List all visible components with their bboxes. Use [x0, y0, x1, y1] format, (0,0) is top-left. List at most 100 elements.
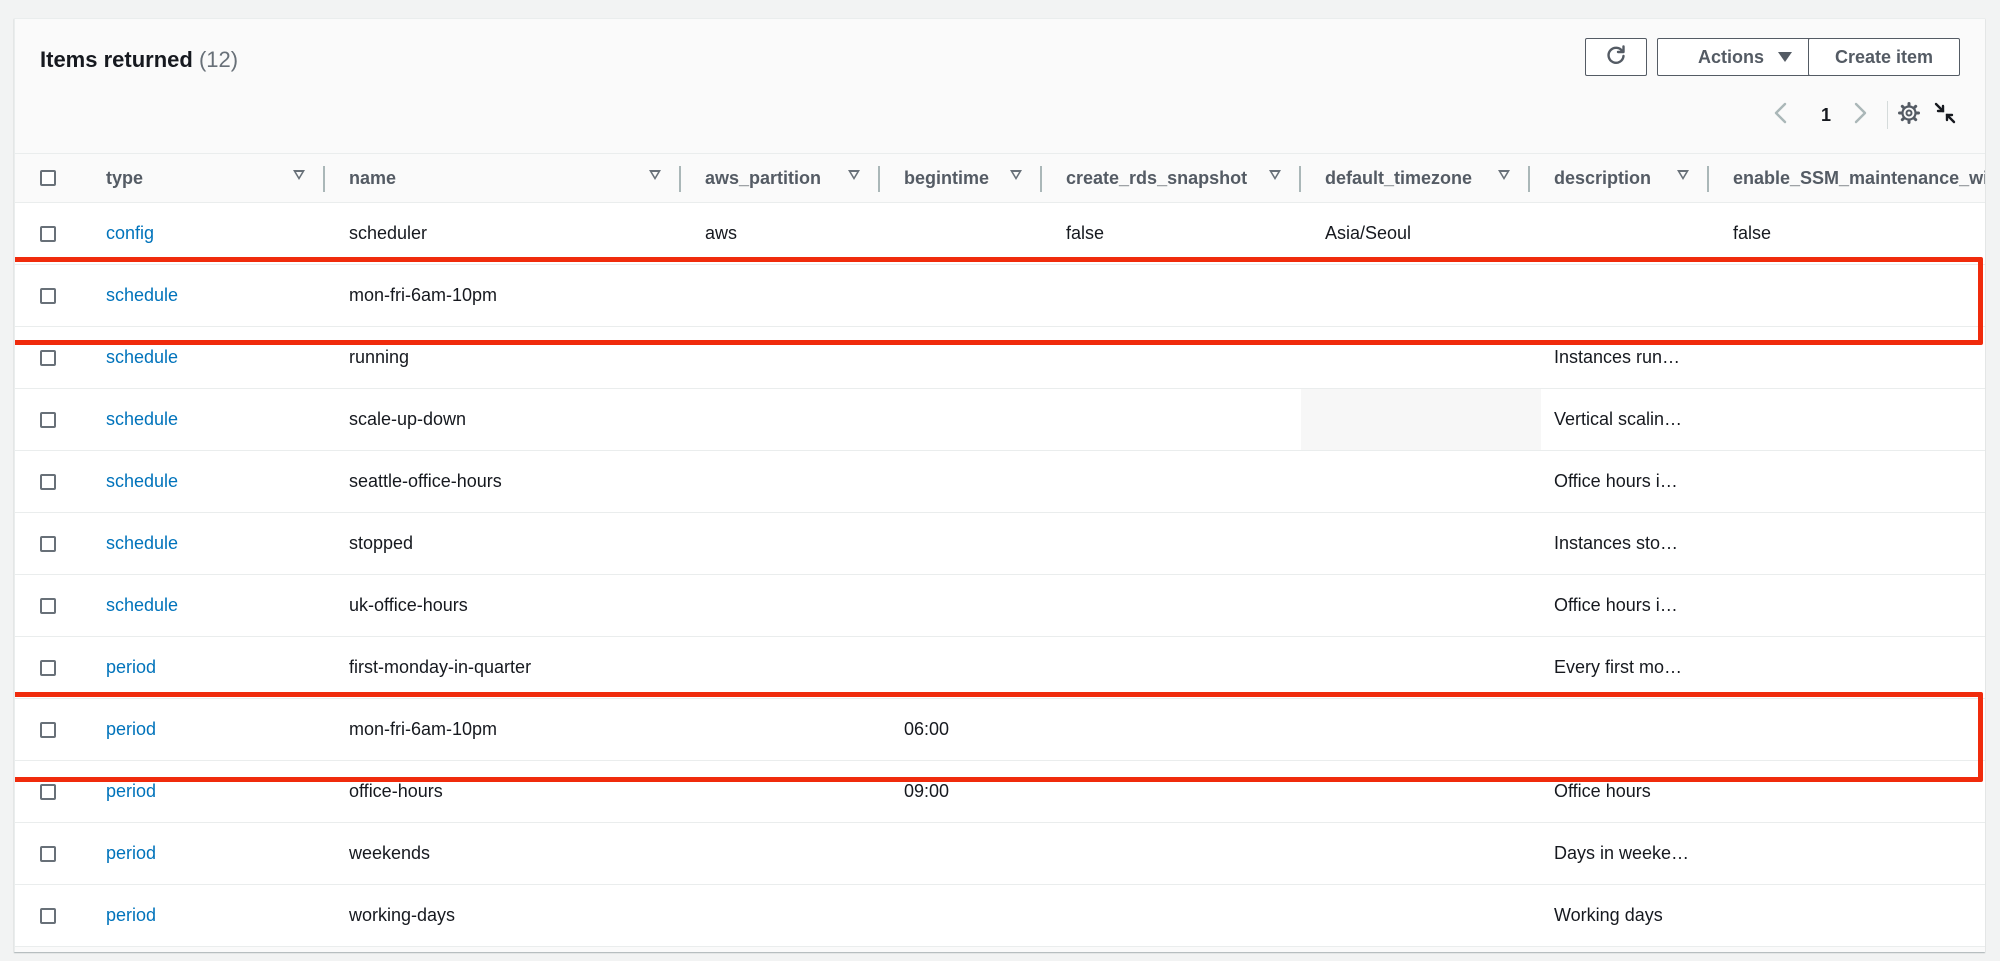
sort-caret-icon[interactable]: [1498, 170, 1510, 180]
previous-page-button[interactable]: [1771, 99, 1793, 131]
refresh-button[interactable]: [1585, 38, 1647, 76]
table-row: period weekends Days in weeke…: [15, 823, 1985, 885]
cell-description: [1554, 265, 1704, 326]
column-header-default-timezone[interactable]: default_timezone: [1325, 154, 1505, 202]
cell-type[interactable]: config: [106, 203, 306, 264]
row-select-checkbox[interactable]: [40, 350, 56, 366]
sort-caret-icon[interactable]: [293, 170, 305, 180]
cell-default-timezone: Asia/Seoul: [1325, 223, 1412, 243]
cell-type[interactable]: schedule: [106, 265, 306, 326]
select-all-checkbox[interactable]: [40, 170, 56, 186]
create-item-button[interactable]: Create item: [1808, 38, 1960, 76]
cell-type[interactable]: schedule: [106, 575, 306, 636]
cell-enable-ssm-maintenance-window: [1733, 885, 1983, 946]
cell-description: Working days: [1554, 905, 1663, 925]
cell-enable-ssm-maintenance-window: [1733, 327, 1983, 388]
column-resizer[interactable]: [1707, 166, 1709, 192]
cell-name: mon-fri-6am-10pm: [349, 285, 498, 305]
cell-enable-ssm-maintenance-window: [1733, 451, 1983, 512]
exit-fullscreen-button[interactable]: [1934, 99, 1960, 131]
cell-name: working-days: [349, 905, 456, 925]
cell-enable-ssm-maintenance-window: [1733, 265, 1983, 326]
cell-aws-partition: [705, 265, 875, 326]
column-header-aws-partition[interactable]: aws_partition: [705, 154, 855, 202]
sort-caret-icon[interactable]: [1677, 170, 1689, 180]
cell-enable-ssm-maintenance-window: [1733, 513, 1983, 574]
cell-type[interactable]: period: [106, 637, 306, 698]
cell-aws-partition: [705, 823, 875, 884]
row-select-checkbox[interactable]: [40, 846, 56, 862]
table-row: schedule scale-up-down Vertical scalin…: [15, 389, 1985, 451]
cell-type[interactable]: schedule: [106, 327, 306, 388]
cell-description: Instances run…: [1554, 347, 1681, 367]
row-select-checkbox[interactable]: [40, 226, 56, 242]
next-page-button[interactable]: [1850, 99, 1872, 131]
pager-divider: [1887, 101, 1888, 129]
row-select-checkbox[interactable]: [40, 288, 56, 304]
column-header-enable-ssm-maintenance-window[interactable]: enable_SSM_maintenance_win: [1733, 154, 1985, 202]
table-row: schedule uk-office-hours Office hours i…: [15, 575, 1985, 637]
cell-create-rds-snapshot: [1066, 451, 1296, 512]
column-resizer[interactable]: [1299, 166, 1301, 192]
page-number-1[interactable]: 1: [1814, 99, 1838, 131]
cell-type[interactable]: period: [106, 823, 306, 884]
column-resizer[interactable]: [679, 166, 681, 192]
row-select-checkbox[interactable]: [40, 908, 56, 924]
cell-begintime: [904, 203, 1034, 264]
column-resizer[interactable]: [1040, 166, 1042, 192]
cell-aws-partition: [705, 327, 875, 388]
cell-aws-partition: [705, 637, 875, 698]
row-select-checkbox[interactable]: [40, 474, 56, 490]
sort-caret-icon[interactable]: [848, 170, 860, 180]
column-resizer[interactable]: [1528, 166, 1530, 192]
cell-description: Every first mo…: [1554, 657, 1683, 677]
table-head: type name aws_partition begintime create…: [15, 153, 1985, 203]
row-select-checkbox[interactable]: [40, 722, 56, 738]
cell-name: office-hours: [349, 781, 443, 801]
cell-description: Instances sto…: [1554, 533, 1679, 553]
cell-type[interactable]: schedule: [106, 451, 306, 512]
cell-aws-partition: [705, 761, 875, 822]
column-header-name[interactable]: name: [349, 154, 649, 202]
row-select-checkbox[interactable]: [40, 536, 56, 552]
cell-aws-partition: [705, 885, 875, 946]
column-resizer[interactable]: [878, 166, 880, 192]
create-item-label: Create item: [1834, 46, 1934, 67]
row-select-checkbox[interactable]: [40, 784, 56, 800]
column-resizer[interactable]: [323, 166, 325, 192]
table-body: config scheduler aws false Asia/Seoul false sc…: [15, 203, 1985, 947]
row-select-checkbox[interactable]: [40, 598, 56, 614]
cell-create-rds-snapshot: [1066, 513, 1296, 574]
cell-begintime: 06:00: [904, 719, 950, 739]
cell-enable-ssm-maintenance-window: [1733, 823, 1983, 884]
sort-caret-icon[interactable]: [1010, 170, 1022, 180]
row-select-checkbox[interactable]: [40, 660, 56, 676]
cell-name: stopped: [349, 533, 414, 553]
sort-caret-icon[interactable]: [1269, 170, 1281, 180]
cell-begintime: [904, 637, 1034, 698]
cell-type[interactable]: period: [106, 761, 306, 822]
cell-description: [1554, 203, 1704, 264]
row-select-checkbox[interactable]: [40, 412, 56, 428]
cell-type[interactable]: schedule: [106, 389, 306, 450]
cell-type[interactable]: period: [106, 699, 306, 760]
column-header-begintime[interactable]: begintime: [904, 154, 1014, 202]
cell-type[interactable]: period: [106, 885, 306, 946]
items-table-panel: Items returned (12) Actions Create item: [14, 18, 1985, 952]
actions-button[interactable]: Actions: [1657, 38, 1833, 76]
table-row: schedule stopped Instances sto…: [15, 513, 1985, 575]
preferences-button[interactable]: [1898, 99, 1924, 131]
column-header-create-rds-snapshot[interactable]: create_rds_snapshot: [1066, 154, 1266, 202]
cell-enable-ssm-maintenance-window: [1733, 637, 1983, 698]
cell-begintime: [904, 575, 1034, 636]
cell-aws-partition: [705, 699, 875, 760]
cell-begintime: [904, 451, 1034, 512]
cell-default-timezone: [1325, 761, 1525, 822]
sort-caret-icon[interactable]: [649, 170, 661, 180]
cell-type[interactable]: schedule: [106, 513, 306, 574]
cell-aws-partition: [705, 389, 875, 450]
column-header-description[interactable]: description: [1554, 154, 1694, 202]
cell-create-rds-snapshot: [1066, 699, 1296, 760]
items-table: type name aws_partition begintime create…: [15, 153, 1985, 947]
column-header-type[interactable]: type: [106, 154, 296, 202]
